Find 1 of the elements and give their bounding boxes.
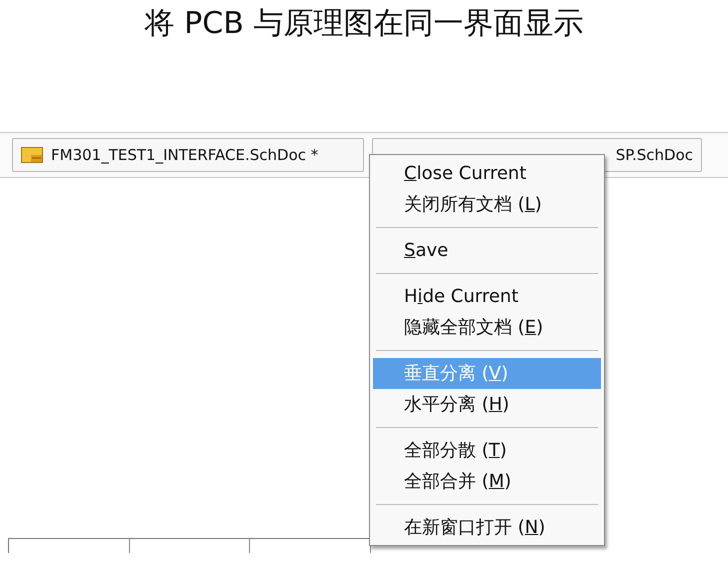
page-heading: 将 PCB 与原理图在同一界面显示 (144, 5, 584, 43)
